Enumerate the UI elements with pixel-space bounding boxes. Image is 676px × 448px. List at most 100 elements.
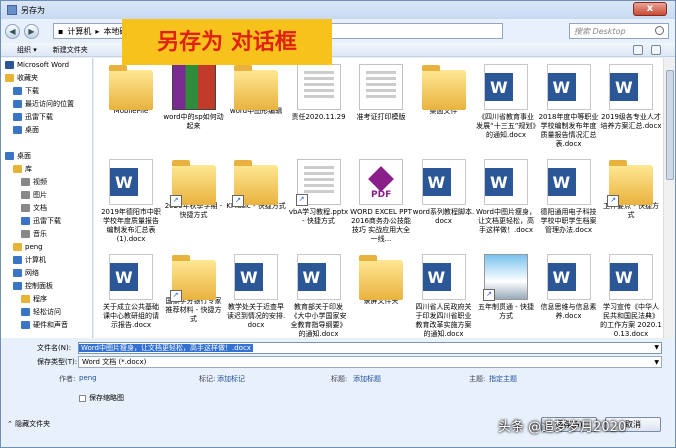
filename-input[interactable]: Word中图片瘦身，让文档更轻松，高手这样做！.docx ▼ [78,342,662,354]
file-item[interactable]: W 关于成立公共基础课中心教研组的请示报告.docx [100,254,162,330]
sidebar-item[interactable]: 文档 [1,201,92,214]
file-item[interactable]: W 教育部关于印发《大中小学国家安全教育指导纲要》的通知.docx [288,254,350,338]
sidebar-item[interactable]: 迅雷下载 [1,110,92,123]
file-item[interactable]: W 四川省人民政府关于印发四川省职业教育改革实施方案的通知.docx [413,254,475,338]
file-item[interactable]: word中图形编辑 [225,64,287,116]
chevron-down-icon[interactable]: ▼ [654,344,659,351]
file-item[interactable]: 国家学分银行专家推荐材料 - 快捷方式 [163,254,225,324]
sidebar-item[interactable]: 最近访问的位置 [1,97,92,110]
sidebar-item[interactable]: 收藏夹 [1,71,92,84]
folder-icon [421,65,466,110]
sidebar-item[interactable]: 计算机 [1,253,92,266]
save-thumbnail-checkbox[interactable]: 保存缩略图 [79,393,124,403]
folder-icon [607,160,653,207]
search-input[interactable]: 搜索 Desktop [569,23,669,39]
file-list: MobileFile word中的sp如何动起来 word中图形编辑 责任2020.1… [94,58,663,338]
sidebar-item[interactable]: 视频 [1,175,92,188]
file-item[interactable]: 准考证打印模版 [350,64,412,122]
title-value[interactable]: 添加标题 [353,374,381,384]
file-item[interactable]: W 2019级各专业人才培养方案汇总.docx [600,64,662,131]
sidebar-item-label: 下载 [25,86,39,95]
file-item[interactable]: W 2018年度中等职业学校编制发布年度质量报告情况汇总表.docx [538,64,600,149]
hide-folders-toggle[interactable]: ⌃ 隐藏文件夹 [7,419,50,429]
sidebar-item[interactable]: 下载 [1,84,92,97]
navigation-pane: Microsoft Word 收藏夹 下载 最近访问的位置 迅雷下载 桌面 桌面库视频 图片文… [1,58,93,338]
tags-label: 标记: [199,375,216,383]
file-name: 德阳通用电子科技学校中职学生档案管理办法.docx [540,208,597,234]
sidebar-item[interactable]: 硬件和声音 [1,318,92,331]
scrollbar-thumb[interactable] [666,70,674,180]
sidebar-item[interactable]: 网络 [1,266,92,279]
sidebar-item[interactable]: 库 [1,162,92,175]
sidebar-item[interactable]: 音乐 [1,227,92,240]
word-document-icon: W [109,254,153,300]
checkbox-icon [79,394,86,402]
author-value[interactable]: peng [79,374,97,382]
file-item[interactable]: 工作要点 - 快捷方式 [600,159,662,220]
file-item[interactable]: W 信息思维与信息素养.docx [538,254,600,321]
file-item[interactable]: KMusic - 快捷方式 [225,159,287,211]
breadcrumb-computer[interactable]: 计算机 [67,26,91,37]
sidebar-item[interactable]: Microsoft Word [1,58,92,71]
file-item[interactable]: Wword系列教程脚本.docx [413,159,475,226]
word-document-icon: W [484,64,528,110]
file-item[interactable]: W Word中图片瘦身，让文档更轻松，高手这样做！.docx [475,159,537,235]
file-item[interactable]: 五年制贯通 - 快捷方式 [475,254,537,321]
back-button[interactable]: ◀ [5,23,20,39]
file-item[interactable]: W 2019年德阳市中职学校年度质量报告编制发布汇总表 (1).docx [100,159,162,244]
filetype-select[interactable]: Word 文档 (*.docx) ▼ [78,356,662,368]
sidebar-item[interactable]: peng [1,240,92,253]
sidebar-item[interactable]: 图片 [1,188,92,201]
sidebar-item[interactable]: 轻松访问 [1,305,92,318]
help-icon[interactable] [651,45,661,55]
file-item[interactable]: 录屏文件夹 [350,254,412,306]
user-icon [13,242,22,251]
file-item[interactable]: 桌面文件 [413,64,475,116]
toolbar: 组织 ▾ 新建文件夹 [1,43,675,57]
folder-icon [234,65,278,110]
word-document-icon: W [109,159,153,205]
save-thumbnail-label: 保存缩略图 [89,394,124,402]
sidebar-item-label: 控制面板 [25,281,53,290]
sidebar-item-label: peng [25,242,43,251]
subject-value[interactable]: 指定主题 [489,374,517,384]
sidebar-item[interactable]: 桌面 [1,149,92,162]
hide-folders-label: 隐藏文件夹 [15,420,51,428]
file-name: 2018年度中等职业学校编制发布年度质量报告情况汇总表.docx [538,113,599,148]
file-item[interactable]: W 《四川省教育事业发展“十三五”规划》的通知.docx [475,64,537,140]
vertical-scrollbar[interactable] [663,58,675,338]
word-document-icon: W [421,254,466,300]
file-item[interactable]: W 学习宣传《中华人民共和国民法典》的工作方案 2020.10.13.docx [600,254,662,338]
file-item[interactable]: vbA学习教程.pptx - 快捷方式 [288,159,350,226]
sidebar-item[interactable]: 桌面 [1,123,92,136]
document-icon [295,159,341,206]
sidebar-item[interactable]: 控制面板 [1,279,92,292]
forward-button[interactable]: ▶ [24,23,39,39]
word-document-icon: W [609,254,653,300]
file-item[interactable]: W 德阳通用电子科技学校中职学生档案管理办法.docx [538,159,600,235]
tags-value[interactable]: 添加标记 [217,374,245,384]
file-item[interactable]: W 教学处关于近查早读迟到情况的安排.docx [225,254,287,330]
picture-icon [21,190,30,199]
file-item[interactable]: word中的sp如何动起来 [163,64,225,131]
file-name: word中的sp如何动起来 [163,113,224,130]
file-item[interactable]: PDF WORD EXCEL PPT2016商务办公技能 技巧 实战应用大全 一线… [350,159,412,244]
file-name: WORD EXCEL PPT2016商务办公技能 技巧 实战应用大全 一线... [350,208,412,243]
sidebar-item-label: 网络 [25,268,39,277]
organize-button[interactable]: 组织 ▾ [17,45,37,55]
subject-label: 主题: [469,375,486,383]
filetype-value: Word 文档 (*.docx) [82,358,147,366]
view-options-icon[interactable] [633,45,643,55]
folder-icon [232,160,278,207]
desktop-icon [5,151,14,160]
sidebar-item[interactable]: 程序 [1,292,92,305]
sidebar-item[interactable]: 迅雷下载 [1,214,92,227]
new-folder-button[interactable]: 新建文件夹 [53,45,88,55]
file-item[interactable]: 责任2020.11.29 [288,64,350,122]
folder-icon [169,160,216,207]
file-item[interactable]: 2020年秋季学期 - 快捷方式 [163,159,225,220]
folder-icon [109,65,153,110]
close-button[interactable]: x [633,2,667,16]
file-item[interactable]: MobileFile [100,64,162,116]
word-document-icon: W [234,254,278,300]
